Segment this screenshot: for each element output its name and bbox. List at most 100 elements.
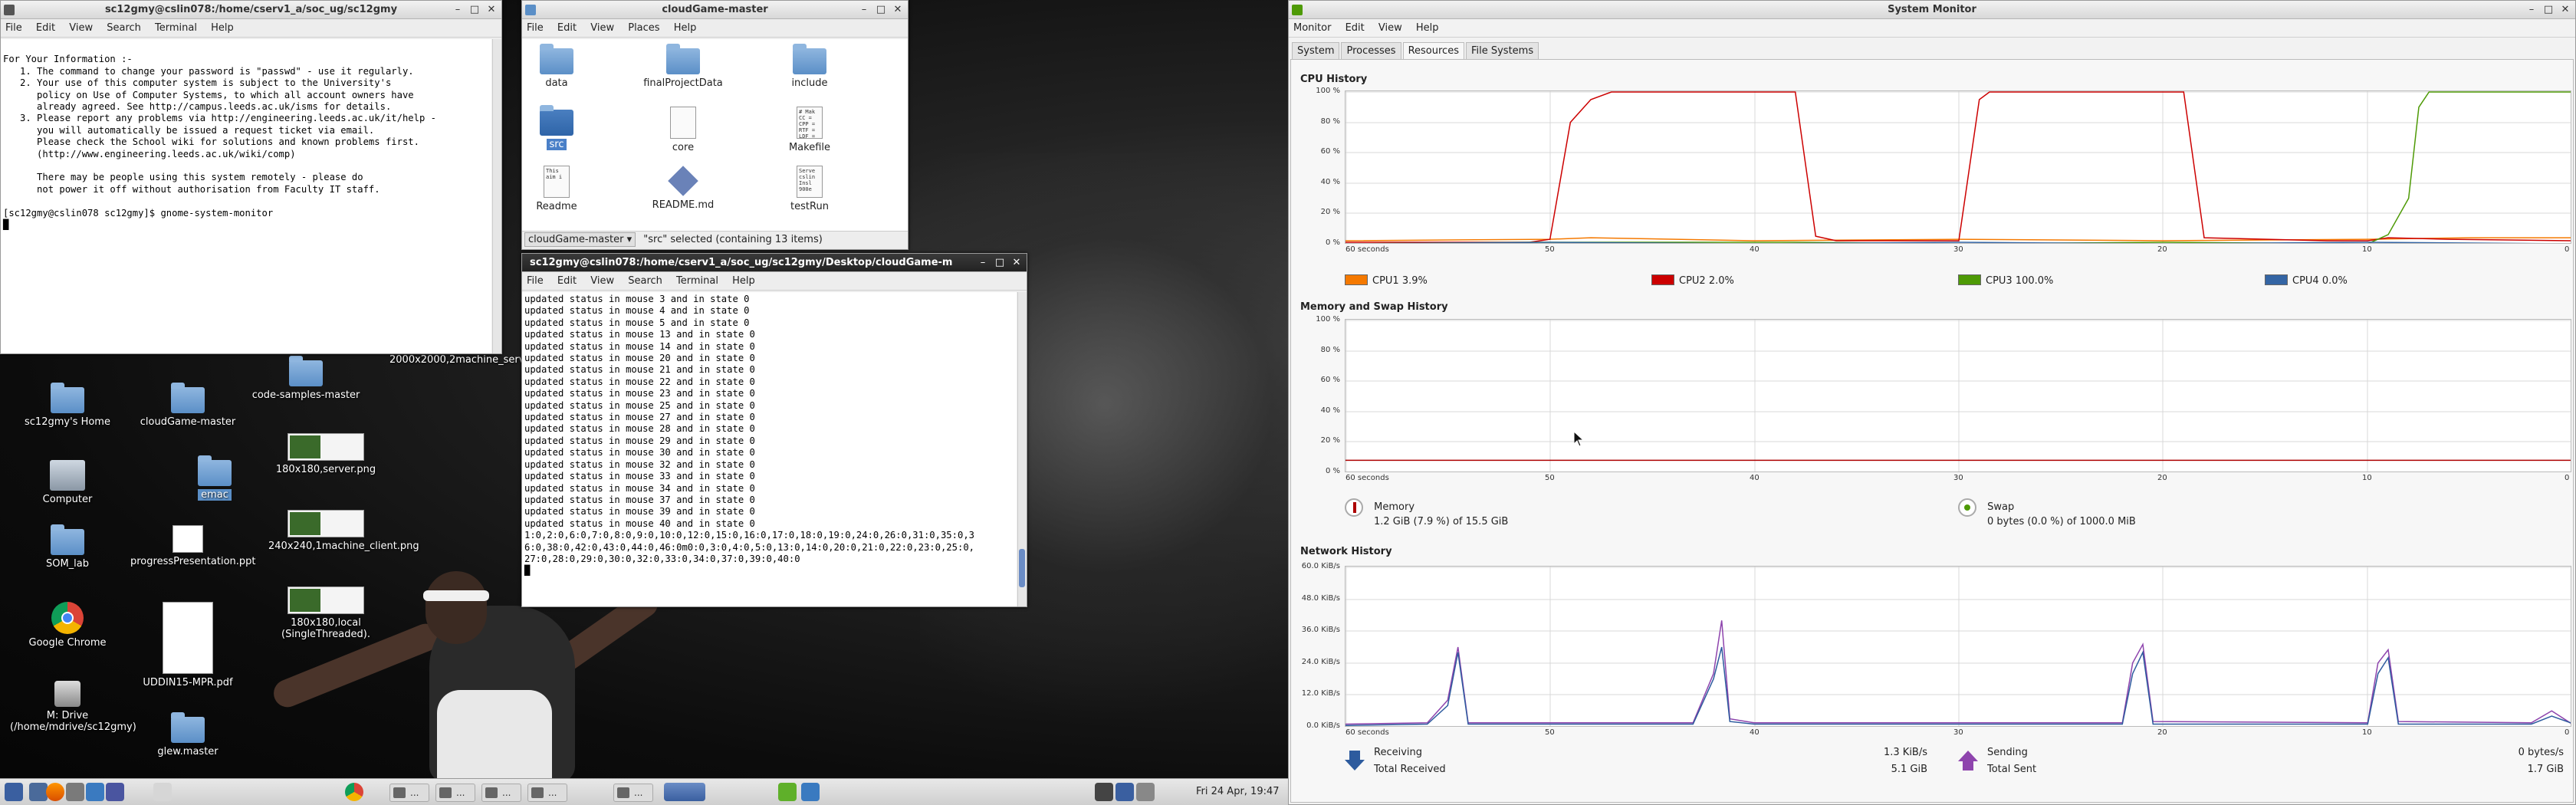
swap-pie-icon[interactable] <box>1958 498 1976 517</box>
terminal-line: updated status in mouse 22 and in state … <box>524 376 755 387</box>
desktop-icon-png[interactable]: 180x180,local (SingleThreaded). <box>268 586 383 640</box>
keyboard-indicator-icon[interactable] <box>1095 783 1113 801</box>
notes-icon[interactable] <box>801 783 820 801</box>
file-item[interactable]: core <box>649 107 718 153</box>
window-titlebar[interactable]: sc12gmy@cslin078:/home/cserv1_a/soc_ug/s… <box>1 1 501 19</box>
taskbar-window-button[interactable]: ... <box>527 784 567 802</box>
menu-view[interactable]: View <box>590 275 614 287</box>
file-item[interactable]: README.md <box>649 166 718 211</box>
file-manager-launcher-icon[interactable] <box>66 783 84 801</box>
menu-file[interactable]: File <box>527 275 544 287</box>
thunderbird-icon[interactable] <box>29 783 48 801</box>
runner-icon[interactable] <box>778 783 797 801</box>
close-button[interactable]: ✕ <box>891 1 905 19</box>
maximize-button[interactable]: □ <box>2542 1 2555 19</box>
desktop-icon-chrome[interactable]: Google Chrome <box>10 602 125 649</box>
desktop-icon-mdrive[interactable]: M: Drive (/home/mdrive/sc12gmy) <box>10 681 136 733</box>
menu-monitor[interactable]: Monitor <box>1293 22 1331 34</box>
taskbar-window-button[interactable]: ... <box>435 784 475 802</box>
menu-view[interactable]: View <box>1378 22 1402 34</box>
scrollbar-thumb[interactable] <box>1019 549 1025 587</box>
menu-terminal[interactable]: Terminal <box>676 275 718 287</box>
cpu2-color-swatch[interactable] <box>1651 274 1674 285</box>
close-button[interactable]: ✕ <box>2558 1 2572 19</box>
maximize-button[interactable]: □ <box>993 254 1007 272</box>
network-indicator-icon[interactable] <box>1116 783 1134 801</box>
desktop-icon-ppt[interactable]: progressPresentation.ppt <box>130 525 256 567</box>
close-button[interactable]: ✕ <box>485 1 498 19</box>
desktop-icon-png[interactable]: 240x240,1machine_client.png <box>268 510 419 552</box>
cpu3-color-swatch[interactable] <box>1958 274 1981 285</box>
memory-pie-icon[interactable] <box>1345 498 1363 517</box>
window-titlebar[interactable]: System Monitor – □ ✕ <box>1289 1 2575 19</box>
menu-file[interactable]: File <box>527 22 544 34</box>
cpu1-color-swatch[interactable] <box>1345 274 1368 285</box>
desktop-icon-png[interactable]: 2000x2000,2machine_server.png <box>389 354 556 366</box>
location-dropdown[interactable]: cloudGame-master ▾ <box>524 232 636 247</box>
terminal-output[interactable]: updated status in mouse 3 and in state 0… <box>522 292 1017 606</box>
desktop-icon-emac[interactable]: emac <box>157 455 272 501</box>
taskbar-window-button[interactable]: ... <box>613 784 653 802</box>
desktop-icon-home[interactable]: sc12gmy's Home <box>10 383 125 428</box>
file-item-selected[interactable]: src <box>522 105 591 150</box>
help-launcher-icon[interactable] <box>106 783 124 801</box>
file-item[interactable]: Serve cslin Insl 900e testRun <box>775 166 844 212</box>
file-item[interactable]: # Mak CC = CPP = RTF = LDF = Makefile <box>775 107 844 153</box>
menu-file[interactable]: File <box>5 22 22 34</box>
tab-file-systems[interactable]: File Systems <box>1465 42 1539 59</box>
file-item[interactable]: include <box>775 44 844 89</box>
menu-help[interactable]: Help <box>674 22 697 34</box>
file-item[interactable]: finalProjectData <box>637 44 729 89</box>
window-titlebar[interactable]: sc12gmy@cslin078:/home/cserv1_a/soc_ug/s… <box>522 254 1027 272</box>
menu-help[interactable]: Help <box>1416 22 1439 34</box>
desktop-icon-cloudgame[interactable]: cloudGame-master <box>130 383 245 428</box>
desktop-icon-code-samples[interactable]: code-samples-master <box>248 356 363 401</box>
firefox-icon[interactable] <box>46 783 64 801</box>
desktop-icon-pdf[interactable]: UDDIN15-MPR.pdf <box>130 602 245 688</box>
upload-arrow-icon[interactable] <box>1958 749 1978 772</box>
x-tick-label: 60 seconds <box>1346 728 1389 737</box>
menu-view[interactable]: View <box>590 22 614 34</box>
menu-view[interactable]: View <box>69 22 93 34</box>
menu-help[interactable]: Help <box>211 22 234 34</box>
volume-icon[interactable] <box>1136 783 1155 801</box>
menu-search[interactable]: Search <box>107 22 141 34</box>
workspace-switcher[interactable] <box>664 783 705 801</box>
desktop-icon-glew[interactable]: glew.master <box>130 712 245 757</box>
maximize-button[interactable]: □ <box>874 1 888 19</box>
tab-processes[interactable]: Processes <box>1341 42 1401 59</box>
file-item[interactable]: data <box>522 44 591 89</box>
settings-launcher-icon[interactable] <box>86 783 104 801</box>
tab-system[interactable]: System <box>1292 42 1340 59</box>
menu-places[interactable]: Places <box>628 22 659 34</box>
clock[interactable]: Fri 24 Apr, 19:47 <box>1196 786 1280 797</box>
file-item[interactable]: This aim i Readme <box>522 166 591 212</box>
desktop-icon-computer[interactable]: Computer <box>10 460 125 505</box>
terminal-output[interactable]: For Your Information :- 1. The command t… <box>1 39 491 353</box>
desktop-icon-som-lab[interactable]: SOM_lab <box>10 524 125 570</box>
chrome-icon[interactable] <box>345 783 363 801</box>
menu-search[interactable]: Search <box>628 275 662 287</box>
tab-resources[interactable]: Resources <box>1402 42 1464 59</box>
menu-edit[interactable]: Edit <box>557 275 577 287</box>
minimize-button[interactable]: – <box>451 1 465 19</box>
maximize-button[interactable]: □ <box>468 1 481 19</box>
close-button[interactable]: ✕ <box>1010 254 1024 272</box>
applications-menu-icon[interactable] <box>5 783 23 801</box>
menu-help[interactable]: Help <box>732 275 755 287</box>
cpu4-color-swatch[interactable] <box>2265 274 2288 285</box>
minimize-button[interactable]: – <box>976 254 990 272</box>
scrollbar[interactable] <box>1017 292 1027 606</box>
menu-edit[interactable]: Edit <box>36 22 55 34</box>
scrollbar[interactable] <box>492 39 501 353</box>
window-titlebar[interactable]: cloudGame-master – □ ✕ <box>522 1 908 19</box>
minimize-button[interactable]: – <box>2525 1 2538 19</box>
desktop-icon-png[interactable]: 180x180,server.png <box>268 433 383 475</box>
menu-edit[interactable]: Edit <box>557 22 577 34</box>
menu-terminal[interactable]: Terminal <box>155 22 197 34</box>
taskbar-window-button[interactable]: ... <box>389 784 429 802</box>
download-arrow-icon[interactable] <box>1345 749 1365 772</box>
minimize-button[interactable]: – <box>857 1 871 19</box>
menu-edit[interactable]: Edit <box>1346 22 1365 34</box>
taskbar-window-button[interactable]: ... <box>481 784 521 802</box>
